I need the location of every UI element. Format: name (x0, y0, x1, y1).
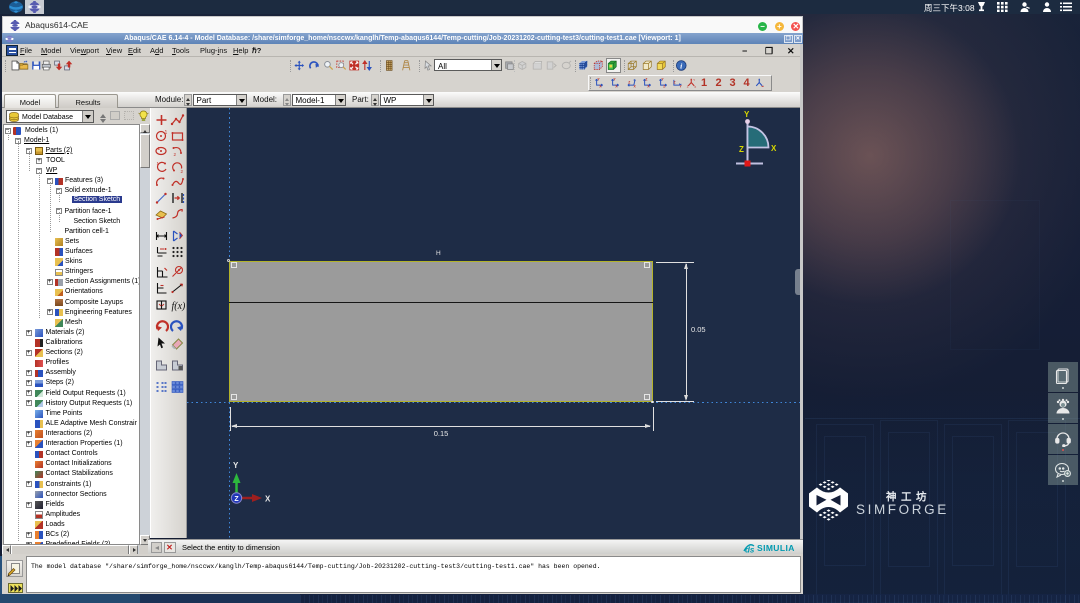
svg-text:f(x): f(x) (172, 301, 186, 312)
svg-text:X: X (771, 144, 777, 153)
svg-text:Y: Y (233, 461, 239, 470)
svg-text:Z: Z (663, 84, 665, 88)
svg-text:Y: Y (693, 78, 695, 82)
svg-text:Y: Y (680, 84, 683, 88)
svg-text:Z: Z (234, 496, 239, 503)
svg-text:X: X (694, 84, 696, 87)
svg-text:Z: Z (687, 84, 689, 88)
svg-text:X: X (265, 495, 271, 504)
svg-text:Z: Z (674, 80, 676, 84)
svg-text:Y: Y (744, 110, 750, 119)
svg-text:1: 1 (158, 146, 161, 151)
svg-text:Y: Y (613, 77, 616, 81)
svg-text:Y: Y (597, 77, 600, 81)
svg-text:2: 2 (174, 152, 177, 157)
svg-text:Y: Y (661, 77, 664, 81)
svg-text:Z: Z (628, 80, 630, 84)
svg-text:2: 2 (181, 169, 184, 174)
svg-text:Z: Z (739, 145, 744, 154)
svg-text:ds: ds (745, 545, 755, 554)
svg-text:X: X (634, 84, 637, 88)
svg-text:1: 1 (165, 130, 168, 136)
svg-text:SIMFORGE: SIMFORGE (856, 502, 949, 517)
svg-text:Z: Z (645, 77, 647, 81)
